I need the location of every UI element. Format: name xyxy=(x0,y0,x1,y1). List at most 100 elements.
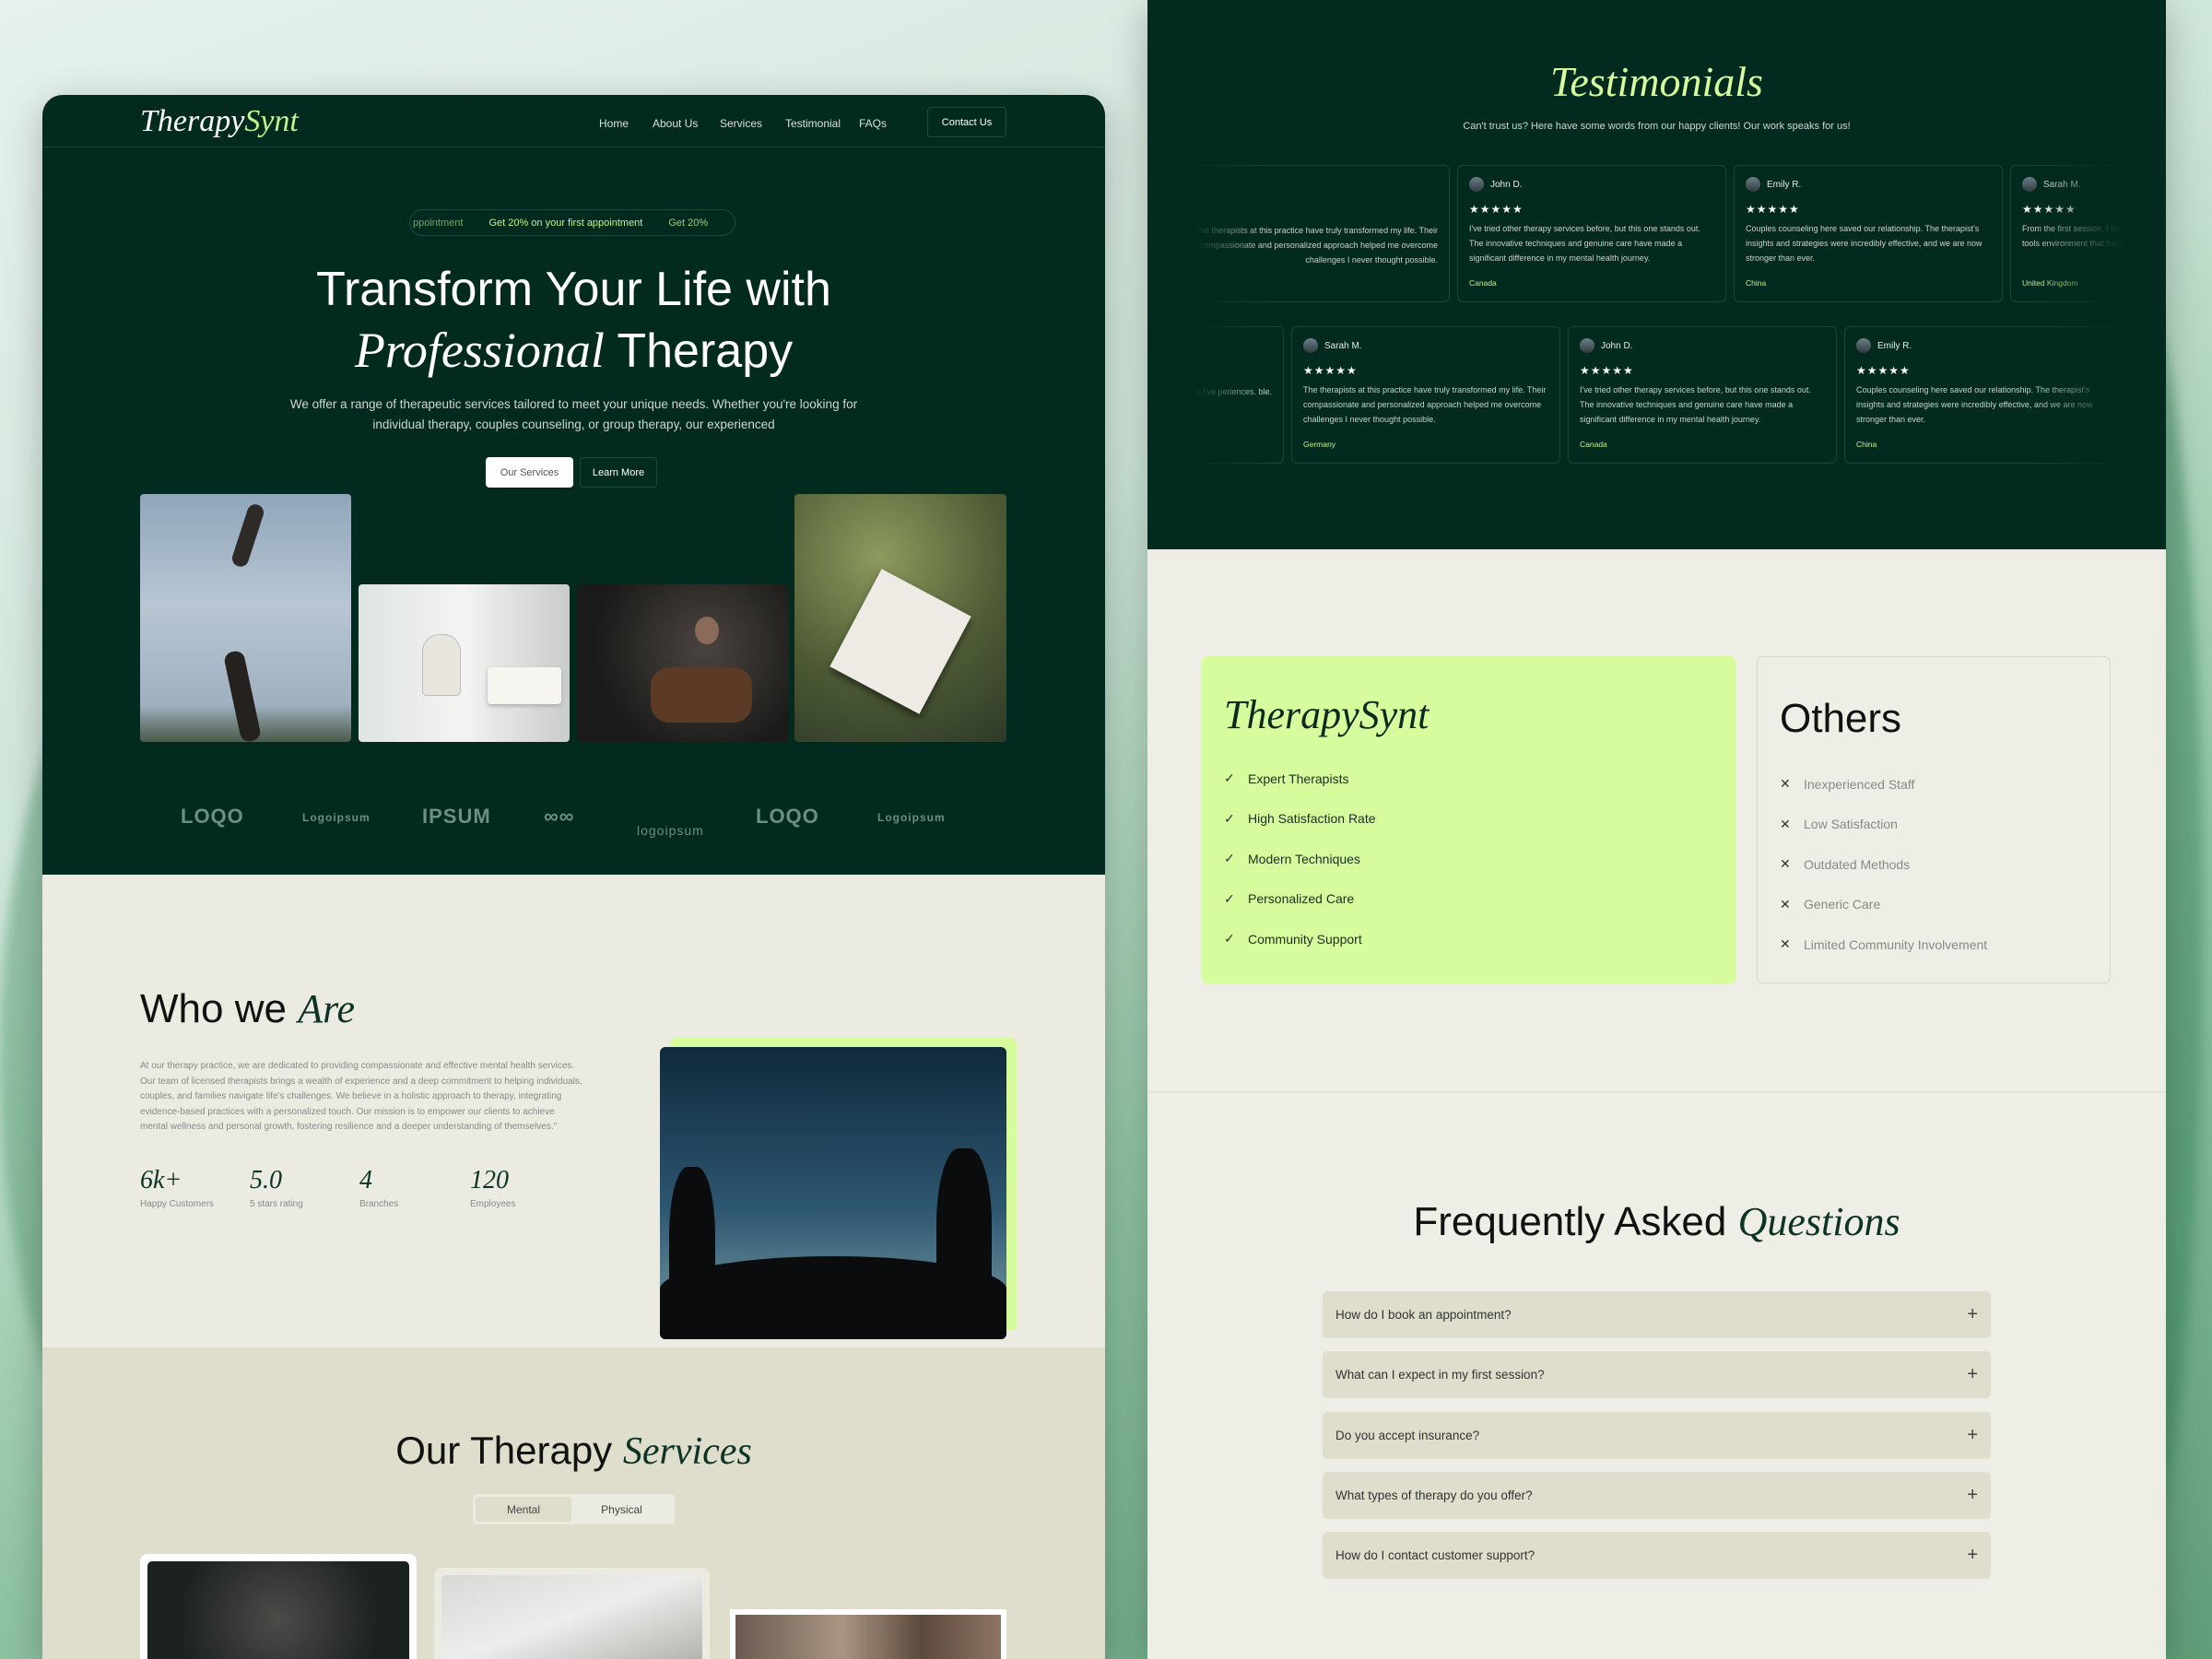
services-section: Our Therapy Services Mental Physical xyxy=(42,1347,1105,1659)
hero-image-man-chair xyxy=(577,584,789,742)
review-text: Couples counseling here saved our relati… xyxy=(1856,385,2093,424)
our-services-button[interactable]: Our Services xyxy=(486,457,573,488)
tab-mental[interactable]: Mental xyxy=(476,1497,571,1522)
comparison-item: ✓ Expert Therapists xyxy=(1224,759,1713,799)
faq-item[interactable]: Do you accept insurance? + xyxy=(1323,1411,1991,1459)
service-card-mental[interactable] xyxy=(140,1554,417,1659)
comparison-ours-title: TherapySynt xyxy=(1224,692,1430,737)
faq-question: How do I contact customer support? xyxy=(1335,1548,1535,1563)
plus-icon[interactable]: + xyxy=(1967,1545,1978,1566)
review-text: Couples counseling here saved our relati… xyxy=(1746,224,1983,263)
learn-more-button[interactable]: Learn More xyxy=(580,457,657,488)
plus-icon[interactable]: + xyxy=(1967,1485,1978,1506)
avatar xyxy=(1469,177,1484,192)
faq-question: What types of therapy do you offer? xyxy=(1335,1488,1533,1502)
review-text: The therapists at this practice have tru… xyxy=(1303,385,1547,424)
landing-page-left: TherapySynt Home About Us Services Testi… xyxy=(42,95,1105,1659)
comparison-item-label: High Satisfaction Rate xyxy=(1248,811,1376,827)
comparison-item: ✕ Generic Care xyxy=(1780,885,2088,925)
contact-us-button[interactable]: Contact Us xyxy=(927,107,1006,137)
testimonial-card: sions I've periences. ble. xyxy=(1194,326,1284,464)
comparison-item-label: Personalized Care xyxy=(1248,891,1355,907)
avatar xyxy=(1856,338,1871,353)
comparison-ours: TherapySynt ✓ Expert Therapists ✓ High Sati… xyxy=(1202,656,1735,983)
nav-faqs[interactable]: FAQs xyxy=(859,117,887,130)
reviewer-country: United Kingdom xyxy=(2022,278,2078,288)
reviewer-name: Emily R. xyxy=(1877,340,1912,351)
star-rating-icon: ★★★★★ xyxy=(2022,203,2077,216)
avatar xyxy=(1580,338,1594,353)
reviewer-name: Emily R. xyxy=(1767,179,1802,190)
partner-logo: IPSUM xyxy=(422,805,491,828)
avatar xyxy=(2022,177,2037,192)
testimonials-carousel[interactable]: The therapists at this practice have tru… xyxy=(1194,157,2124,470)
comparison-item: ✕ Limited Community Involvement xyxy=(1780,924,2088,965)
faq-title: Frequently Asked Questions xyxy=(1413,1199,1900,1244)
faq-question: How do I book an appointment? xyxy=(1335,1308,1512,1322)
about-body: At our therapy practice, we are dedicate… xyxy=(140,1061,582,1133)
reviewer-name: Sarah M. xyxy=(1324,340,1362,351)
reviewer-country: Canada xyxy=(1580,440,1607,449)
nav-testimonial[interactable]: Testimonial xyxy=(785,117,841,130)
brand-logo[interactable]: TherapySynt xyxy=(140,104,299,139)
check-icon: ✓ xyxy=(1224,771,1235,786)
partner-logo: LOQO xyxy=(181,805,244,828)
plus-icon[interactable]: + xyxy=(1967,1304,1978,1325)
services-tab-switch: Mental Physical xyxy=(473,1494,675,1524)
reviewer-country: China xyxy=(1856,440,1877,449)
testimonial-card: John D. ★★★★★ I've tried other therapy ser… xyxy=(1457,165,1726,302)
service-card-group[interactable] xyxy=(730,1609,1006,1659)
faq-item[interactable]: What can I expect in my first session? + xyxy=(1323,1351,1991,1399)
testimonial-card: The therapists at this practice have tru… xyxy=(1194,165,1450,302)
testimonials-section: Testimonials Can't trust us? Here have s… xyxy=(1147,0,2166,549)
service-card-couples[interactable] xyxy=(434,1568,710,1659)
tab-physical[interactable]: Physical xyxy=(571,1497,672,1522)
section-divider xyxy=(1147,1091,2166,1092)
comparison-item-label: Modern Techniques xyxy=(1248,851,1360,866)
check-icon: ✓ xyxy=(1224,931,1235,947)
testimonial-card: Emily R. ★★★★★ Couples counseling here sav… xyxy=(1734,165,2003,302)
comparison-item-label: Expert Therapists xyxy=(1248,771,1349,786)
comparison-item: ✓ Modern Techniques xyxy=(1224,839,1713,879)
stat-rating: 5.0 5 stars rating xyxy=(250,1166,303,1209)
star-rating-icon: ★★★★★ xyxy=(1303,364,1358,377)
comparison-item-label: Community Support xyxy=(1248,931,1362,947)
reviewer-country: China xyxy=(1746,278,1767,288)
faq-item[interactable]: What types of therapy do you offer? + xyxy=(1323,1471,1991,1519)
x-icon: ✕ xyxy=(1780,816,1791,831)
stat-employees: 120 Employees xyxy=(470,1166,516,1209)
nav-home[interactable]: Home xyxy=(599,117,629,130)
comparison-item: ✓ High Satisfaction Rate xyxy=(1224,799,1713,840)
comparison-item: ✓ Personalized Care xyxy=(1224,879,1713,920)
partner-logo: LOQO xyxy=(756,805,819,828)
reviewer-name: John D. xyxy=(1601,340,1633,351)
star-rating-icon: ★★★★★ xyxy=(1746,203,1800,216)
comparison-item: ✓ Community Support xyxy=(1224,919,1713,959)
hero-image-book xyxy=(794,494,1006,742)
nav-about[interactable]: About Us xyxy=(653,117,698,130)
stat-branches: 4 Branches xyxy=(359,1166,399,1209)
reviewer-country: Germany xyxy=(1303,440,1335,449)
landing-page-right: Testimonials Can't trust us? Here have s… xyxy=(1147,0,2166,1659)
about-section: Who we Are At our therapy practice, we a… xyxy=(42,875,1105,1347)
x-icon: ✕ xyxy=(1780,936,1791,952)
faq-item[interactable]: How do I contact customer support? + xyxy=(1323,1532,1991,1580)
star-rating-icon: ★★★★★ xyxy=(1856,364,1911,377)
comparison-item-label: Generic Care xyxy=(1804,897,1881,912)
comparison-item-label: Inexperienced Staff xyxy=(1804,776,1915,792)
review-text: I've tried other therapy services before… xyxy=(1580,385,1811,424)
partner-logo: Logoipsum xyxy=(302,811,371,824)
faq-item[interactable]: How do I book an appointment? + xyxy=(1323,1291,1991,1338)
check-icon: ✓ xyxy=(1224,851,1235,866)
hero-section: TherapySynt Home About Us Services Testi… xyxy=(42,95,1105,875)
plus-icon[interactable]: + xyxy=(1967,1425,1978,1446)
review-text: sions I've periences. ble. xyxy=(1194,387,1272,396)
review-text: The therapists at this practice have tru… xyxy=(1194,226,1438,265)
comparison-item-label: Outdated Methods xyxy=(1804,856,1911,872)
testimonials-title: Testimonials xyxy=(1550,58,1763,105)
hero-image-woman-window xyxy=(359,584,570,742)
plus-icon[interactable]: + xyxy=(1967,1364,1978,1385)
nav-services[interactable]: Services xyxy=(720,117,762,130)
comparison-item: ✕ Low Satisfaction xyxy=(1780,805,2088,845)
hero-image-hands-sky xyxy=(140,494,351,742)
